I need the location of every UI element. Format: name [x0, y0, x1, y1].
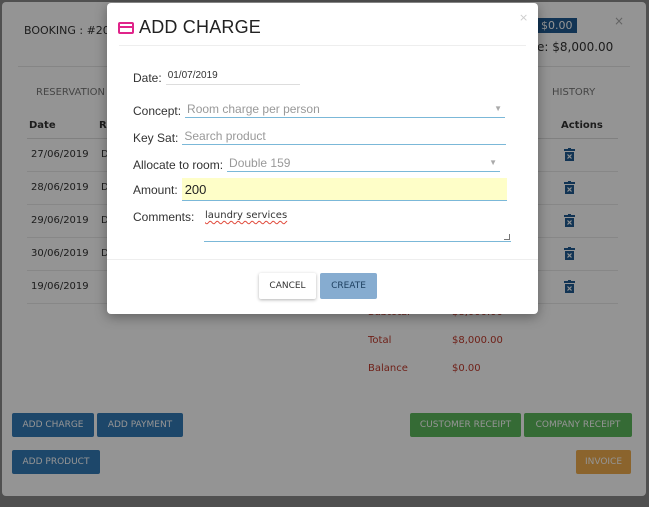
- close-icon[interactable]: ×: [519, 11, 528, 24]
- concept-select[interactable]: Room charge per person ▼: [185, 100, 506, 118]
- credit-card-icon: [118, 21, 134, 34]
- resize-handle-icon[interactable]: [504, 234, 510, 240]
- create-button[interactable]: CREATE: [320, 273, 377, 299]
- footer-divider: [107, 259, 538, 260]
- modal-title: ADD CHARGE: [139, 17, 262, 37]
- amount-row: Amount: 200: [133, 178, 507, 201]
- amount-label: Amount:: [133, 183, 178, 197]
- concept-row: Concept: Room charge per person ▼: [133, 100, 506, 118]
- comments-label: Comments:: [133, 210, 195, 224]
- chevron-down-icon: ▼: [494, 104, 503, 113]
- concept-placeholder: Room charge per person: [187, 102, 320, 116]
- modal-header: ADD CHARGE: [118, 17, 261, 38]
- allocate-value: Double 159: [229, 156, 291, 170]
- add-charge-modal: ADD CHARGE × Date: 01/07/2019 Concept: R…: [107, 3, 538, 314]
- keysat-search-input[interactable]: Search product: [182, 127, 507, 145]
- date-field[interactable]: 01/07/2019: [165, 67, 300, 85]
- concept-label: Concept:: [133, 104, 182, 118]
- chevron-down-icon: ▼: [489, 158, 498, 167]
- header-divider: [119, 45, 526, 46]
- keysat-label: Key Sat:: [133, 131, 179, 145]
- amount-input[interactable]: 200: [181, 178, 507, 201]
- allocate-room-select[interactable]: Double 159 ▼: [227, 154, 501, 172]
- allocate-row: Allocate to room: Double 159 ▼: [133, 154, 501, 172]
- keysat-row: Key Sat: Search product: [133, 127, 507, 145]
- allocate-label: Allocate to room:: [133, 158, 224, 172]
- date-row: Date: 01/07/2019: [133, 67, 300, 85]
- comments-textarea[interactable]: laundry services: [204, 210, 511, 242]
- comments-value: laundry services: [205, 210, 288, 221]
- date-label: Date:: [133, 71, 162, 85]
- cancel-button[interactable]: CANCEL: [259, 273, 316, 299]
